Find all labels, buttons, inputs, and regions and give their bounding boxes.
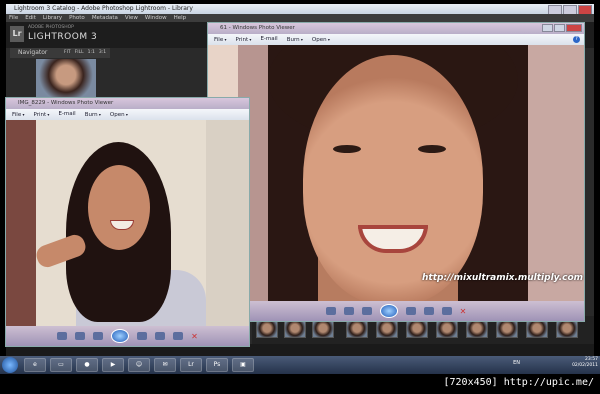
clock-date: 02/02/2011 bbox=[572, 363, 598, 368]
actual-size-icon[interactable] bbox=[75, 332, 86, 340]
navigator-preview[interactable] bbox=[36, 59, 96, 99]
burn-menu[interactable]: Burn bbox=[287, 34, 303, 45]
photo-viewer-controls: ✕ bbox=[208, 301, 584, 321]
language-indicator[interactable]: EN bbox=[513, 360, 520, 366]
menu-metadata[interactable]: Metadata bbox=[92, 14, 118, 22]
rotate-cw-icon[interactable] bbox=[173, 332, 184, 340]
slideshow-play-icon[interactable] bbox=[111, 329, 130, 343]
filmstrip-thumbnail[interactable] bbox=[376, 320, 398, 338]
filmstrip-thumbnail[interactable] bbox=[526, 320, 548, 338]
navigator-label: Navigator bbox=[18, 49, 48, 56]
media-player-icon[interactable]: ▶ bbox=[102, 358, 124, 372]
photoshop-icon[interactable]: Ps bbox=[206, 358, 228, 372]
filmstrip-thumbnail[interactable] bbox=[496, 320, 518, 338]
lightroom-window-title: Lightroom 3 Catalog - Adobe Photoshop Li… bbox=[14, 5, 193, 12]
filmstrip-thumbnail[interactable] bbox=[312, 320, 334, 338]
help-icon[interactable]: ? bbox=[573, 36, 580, 43]
firefox-icon[interactable]: ● bbox=[76, 358, 98, 372]
next-icon[interactable] bbox=[137, 332, 148, 340]
photo-viewer-toolbar: File Print E-mail Burn Open bbox=[6, 109, 249, 120]
menu-edit[interactable]: Edit bbox=[25, 14, 36, 22]
filmstrip-thumbnail[interactable] bbox=[556, 320, 578, 338]
zoom-3-1[interactable]: 3:1 bbox=[99, 48, 106, 58]
filmstrip-thumbnail[interactable] bbox=[346, 320, 368, 338]
photo-display bbox=[6, 120, 249, 326]
photo-viewer-toolbar: File Print E-mail Burn Open bbox=[208, 34, 584, 45]
taskbar: e ▭ ● ▶ ☺ ✉ Lr Ps ▣ EN 23:57 02/02/2011 bbox=[0, 356, 600, 374]
photo-display: http://mixultramix.multiply.com bbox=[208, 45, 584, 303]
photo-eye-right bbox=[418, 145, 446, 153]
email-button[interactable]: E-mail bbox=[58, 109, 75, 120]
rotate-ccw-icon[interactable] bbox=[423, 307, 434, 315]
lightroom-logo: Lr bbox=[10, 26, 24, 42]
folder-icon[interactable]: ▭ bbox=[50, 358, 72, 372]
print-menu[interactable]: Print bbox=[236, 34, 252, 45]
photo-viewer-small-window: IMG_8229 - Windows Photo Viewer File Pri… bbox=[5, 97, 250, 347]
lightroom-menu-bar: File Edit Library Photo Metadata View Wi… bbox=[6, 14, 594, 22]
ie-icon[interactable]: e bbox=[24, 358, 46, 372]
filmstrip-thumbnail[interactable] bbox=[284, 320, 306, 338]
messenger-icon[interactable]: ☺ bbox=[128, 358, 150, 372]
zoom-fill[interactable]: FILL bbox=[75, 48, 84, 58]
next-icon[interactable] bbox=[405, 307, 416, 315]
open-menu[interactable]: Open bbox=[312, 34, 330, 45]
burn-menu[interactable]: Burn bbox=[85, 109, 101, 120]
previous-icon[interactable] bbox=[361, 307, 372, 315]
slideshow-play-icon[interactable] bbox=[379, 304, 398, 318]
rotate-ccw-icon[interactable] bbox=[155, 332, 166, 340]
lightroom-title-bar[interactable]: Lightroom 3 Catalog - Adobe Photoshop Li… bbox=[6, 4, 594, 15]
filmstrip-thumbnail[interactable] bbox=[436, 320, 458, 338]
photo-face bbox=[88, 165, 150, 250]
brand-subtitle: ADOBE PHOTOSHOP bbox=[28, 25, 74, 30]
close-button[interactable] bbox=[566, 24, 582, 32]
menu-library[interactable]: Library bbox=[43, 14, 62, 22]
previous-icon[interactable] bbox=[93, 332, 104, 340]
system-clock[interactable]: 23:57 02/02/2011 bbox=[572, 357, 598, 369]
menu-view[interactable]: View bbox=[125, 14, 138, 22]
delete-icon[interactable]: ✕ bbox=[460, 307, 467, 316]
photo-viewer-controls: ✕ bbox=[6, 326, 249, 346]
menu-file[interactable]: File bbox=[9, 14, 18, 22]
menu-help[interactable]: Help bbox=[174, 14, 187, 22]
actual-size-icon[interactable] bbox=[343, 307, 354, 315]
delete-icon[interactable]: ✕ bbox=[191, 332, 198, 341]
image-credit-bar: [720x450] http://upic.me/ bbox=[0, 374, 600, 394]
photo-viewer-main-window: 61 - Windows Photo Viewer File Print E-m… bbox=[207, 22, 585, 322]
zoom-fit[interactable]: FIT bbox=[64, 48, 71, 58]
minimize-button[interactable] bbox=[542, 24, 553, 32]
filmstrip-thumbnail[interactable] bbox=[256, 320, 278, 338]
filmstrip-thumbnail[interactable] bbox=[466, 320, 488, 338]
filmstrip-thumbnail[interactable] bbox=[406, 320, 428, 338]
menu-window[interactable]: Window bbox=[145, 14, 167, 22]
print-menu[interactable]: Print bbox=[34, 109, 50, 120]
image-credit: [720x450] http://upic.me/ bbox=[443, 377, 594, 388]
email-button[interactable]: E-mail bbox=[260, 34, 277, 45]
photo-viewer-title: IMG_8229 - Windows Photo Viewer bbox=[18, 100, 114, 106]
photo-viewer-title-bar[interactable]: IMG_8229 - Windows Photo Viewer bbox=[6, 98, 249, 109]
zoom-icon[interactable] bbox=[57, 332, 68, 340]
file-menu[interactable]: File bbox=[12, 109, 25, 120]
zoom-1-1[interactable]: 1:1 bbox=[88, 48, 95, 58]
photo-face bbox=[303, 55, 483, 303]
photo-viewer-icon[interactable]: ▣ bbox=[232, 358, 254, 372]
caption-buttons bbox=[542, 24, 582, 32]
lightroom-icon[interactable]: Lr bbox=[180, 358, 202, 372]
brand-name: LIGHTROOM 3 bbox=[28, 32, 98, 42]
maximize-button[interactable] bbox=[554, 24, 565, 32]
rotate-cw-icon[interactable] bbox=[441, 307, 452, 315]
navigator-zoom-options: FIT FILL 1:1 3:1 bbox=[64, 48, 106, 58]
navigator-panel-header[interactable]: Navigator FIT FILL 1:1 3:1 bbox=[10, 48, 110, 58]
start-button[interactable] bbox=[2, 357, 18, 373]
open-menu[interactable]: Open bbox=[110, 109, 128, 120]
zoom-icon[interactable] bbox=[325, 307, 336, 315]
photo-watermark: http://mixultramix.multiply.com bbox=[422, 273, 584, 283]
file-menu[interactable]: File bbox=[214, 34, 227, 45]
gtalk-icon[interactable]: ✉ bbox=[154, 358, 176, 372]
menu-photo[interactable]: Photo bbox=[69, 14, 85, 22]
photo-viewer-title: 61 - Windows Photo Viewer bbox=[220, 25, 295, 31]
photo-eye-left bbox=[333, 145, 361, 153]
photo-viewer-title-bar[interactable]: 61 - Windows Photo Viewer bbox=[208, 23, 584, 34]
